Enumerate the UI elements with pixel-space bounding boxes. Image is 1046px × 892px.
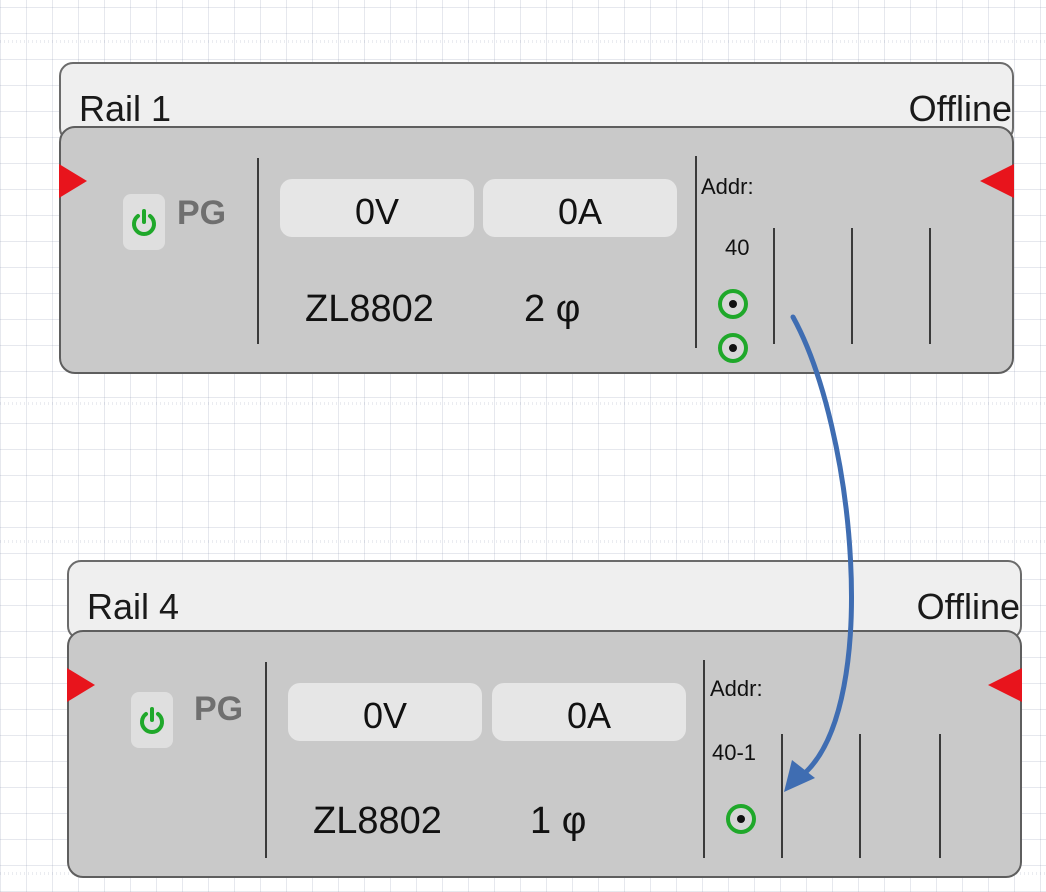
arrow-curve	[790, 314, 854, 775]
migration-arrow	[784, 314, 854, 792]
